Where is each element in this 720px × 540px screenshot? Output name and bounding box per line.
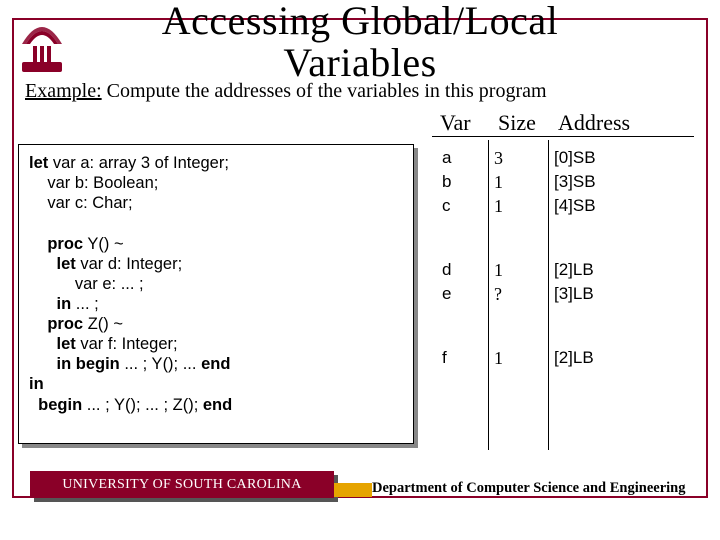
let-kw: let [57,335,76,353]
code-listing: let var a: array 3 of Integer; var b: Bo… [18,144,414,444]
cell-size: 1 [494,260,552,282]
table-row: c 1 [4]SB [442,196,596,218]
table-row: f 1 [2]LB [442,348,596,370]
variable-table: a 3 [0]SB b 1 [3]SB c 1 [4]SB d 1 [2]LB … [440,146,598,372]
cell-var: e [442,284,492,306]
university-logo-icon [18,22,66,78]
end-kw: end [203,396,232,414]
cell-var: b [442,172,492,194]
table-row: d 1 [2]LB [442,260,596,282]
table-row: b 1 [3]SB [442,172,596,194]
cell-addr: [4]SB [554,196,596,218]
header-size: Size [498,110,536,136]
cell-var: d [442,260,492,282]
let-kw: let [29,154,48,172]
cell-size: 1 [494,348,552,370]
cell-size: ? [494,284,552,306]
cell-addr: [3]LB [554,284,596,306]
slide-title: Accessing Global/Local Variables [0,0,720,84]
cell-addr: [2]LB [554,348,596,370]
cell-size: 1 [494,196,552,218]
table-gap [442,220,596,258]
cell-addr: [3]SB [554,172,596,194]
table-row: a 3 [0]SB [442,148,596,170]
footer-department: Department of Computer Science and Engin… [372,480,685,497]
header-var: Var [440,110,471,136]
footer-university: UNIVERSITY OF SOUTH CAROLINA [30,471,334,498]
cell-addr: [2]LB [554,260,596,282]
cell-size: 1 [494,172,552,194]
cell-addr: [0]SB [554,148,596,170]
title-line-1: Accessing Global/Local [162,0,558,43]
in-kw: in begin [57,355,120,373]
begin-kw: begin [38,396,82,414]
title-line-2: Variables [283,40,436,85]
table-gap [442,308,596,346]
end-kw: end [201,355,230,373]
header-address: Address [558,110,630,136]
cell-var: a [442,148,492,170]
cell-var: f [442,348,492,370]
table-row: e ? [3]LB [442,284,596,306]
footer-accent-bar [334,483,372,497]
header-rule [432,136,694,137]
cell-size: 3 [494,148,552,170]
cell-var: c [442,196,492,218]
proc-kw: proc [47,235,83,253]
in-kw: in [57,295,72,313]
in-kw: in [29,375,44,393]
proc-kw: proc [47,315,83,333]
let-kw: let [57,255,76,273]
